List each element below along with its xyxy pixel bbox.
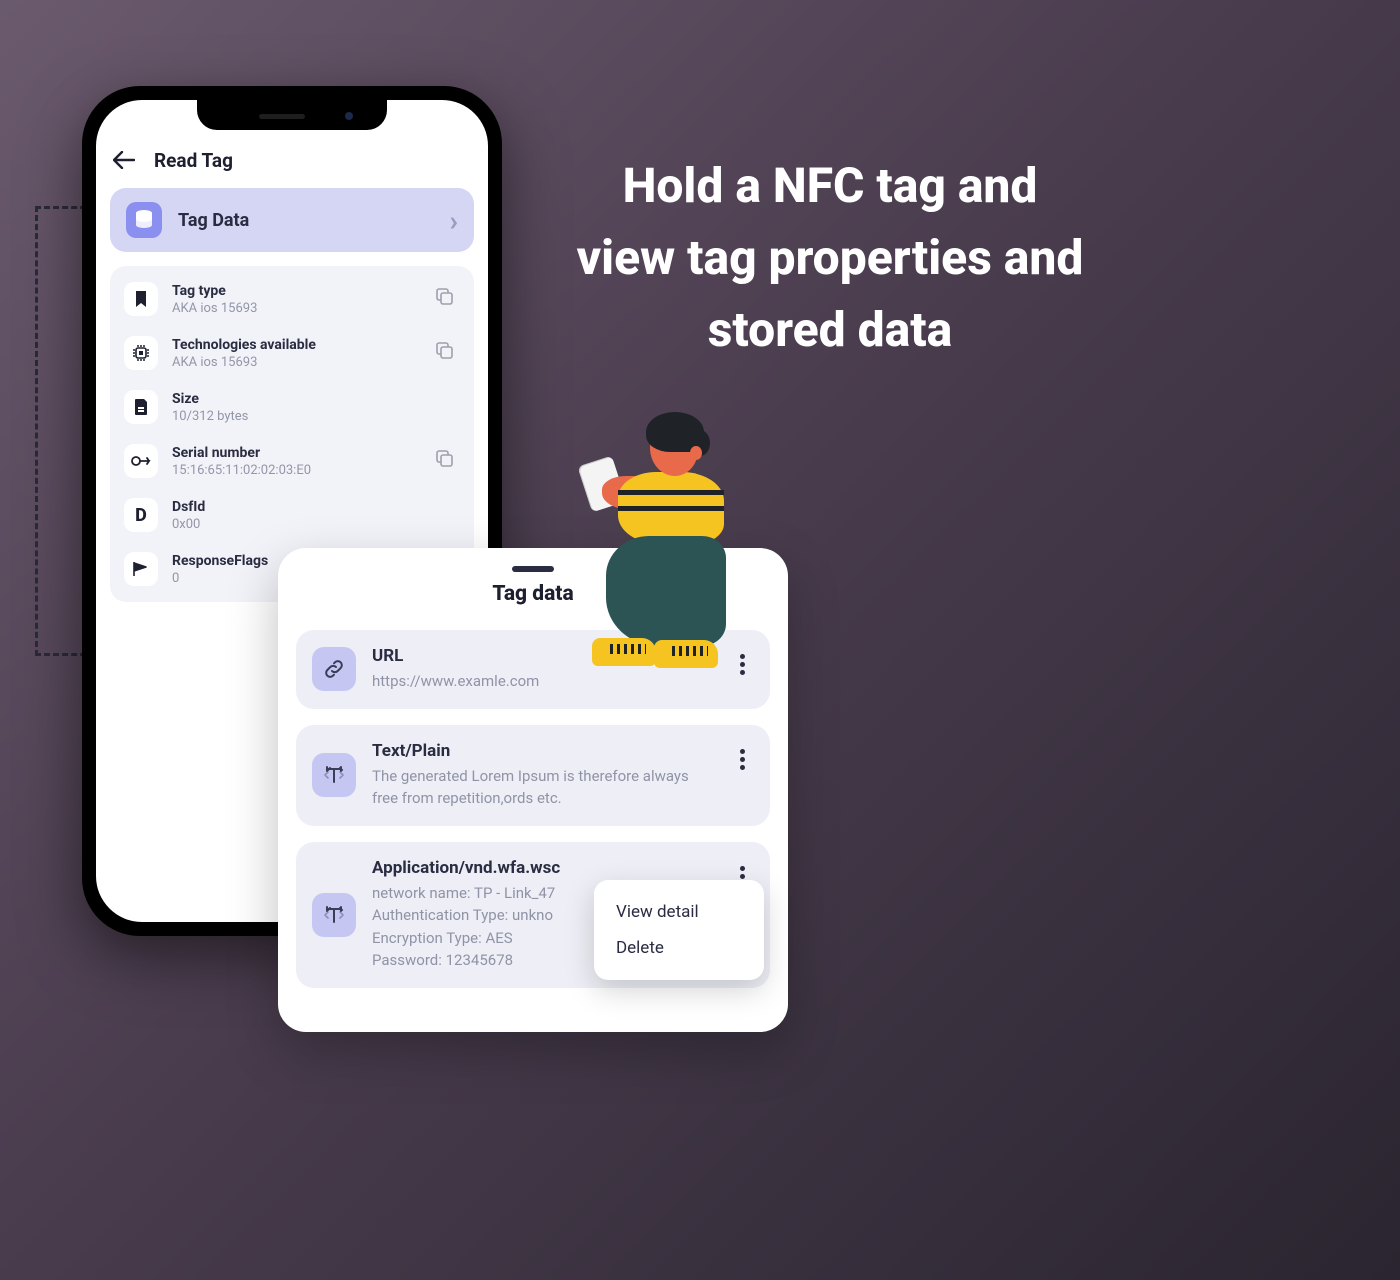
marketing-headline: Hold a NFC tag and view tag properties a… <box>570 150 1090 366</box>
text-icon <box>312 893 356 937</box>
property-value: 0x00 <box>172 517 460 532</box>
tag-data-label: Tag Data <box>178 210 434 231</box>
menu-delete[interactable]: Delete <box>614 930 744 966</box>
chip-icon <box>124 336 158 370</box>
app-header: Read Tag <box>110 144 474 188</box>
property-value: AKA ios 15693 <box>172 355 420 370</box>
copy-icon <box>434 448 454 468</box>
copy-button[interactable] <box>434 340 460 366</box>
record-item[interactable]: Text/Plain The generated Lorem Ipsum is … <box>296 725 770 826</box>
record-text: The generated Lorem Ipsum is therefore a… <box>372 765 714 810</box>
property-row: Technologies available AKA ios 15693 <box>116 326 468 380</box>
property-label: DsfId <box>172 499 460 515</box>
copy-icon <box>434 340 454 360</box>
person-illustration <box>562 416 732 676</box>
tag-data-button[interactable]: Tag Data › <box>110 188 474 252</box>
property-value: 15:16:65:11:02:02:03:E0 <box>172 463 420 478</box>
arrow-left-icon <box>113 151 135 169</box>
chevron-right-icon: › <box>450 204 458 237</box>
context-menu: View detail Delete <box>594 880 764 980</box>
property-row: Serial number 15:16:65:11:02:02:03:E0 <box>116 434 468 488</box>
property-row: Size 10/312 bytes <box>116 380 468 434</box>
link-icon <box>312 647 356 691</box>
property-value: 10/312 bytes <box>172 409 460 424</box>
page-title: Read Tag <box>154 149 233 172</box>
menu-view-detail[interactable]: View detail <box>614 894 744 930</box>
back-button[interactable] <box>112 148 136 172</box>
sheet-handle[interactable] <box>512 566 554 572</box>
text-icon <box>312 753 356 797</box>
copy-button[interactable] <box>434 448 460 474</box>
property-value: AKA ios 15693 <box>172 301 420 316</box>
property-row: Tag type AKA ios 15693 <box>116 272 468 326</box>
copy-button[interactable] <box>434 286 460 312</box>
database-icon <box>126 202 162 238</box>
bookmark-icon <box>124 282 158 316</box>
record-title: Text/Plain <box>372 741 714 761</box>
property-label: Technologies available <box>172 337 420 353</box>
flag-icon <box>124 552 158 586</box>
property-label: Serial number <box>172 445 420 461</box>
property-row: D DsfId 0x00 <box>116 488 468 542</box>
key-icon <box>124 444 158 478</box>
more-button[interactable] <box>730 654 754 675</box>
copy-icon <box>434 286 454 306</box>
letter-d-icon: D <box>124 498 158 532</box>
more-button[interactable] <box>730 749 754 770</box>
storage-icon <box>124 390 158 424</box>
record-title: Application/vnd.wfa.wsc <box>372 858 714 878</box>
property-label: Tag type <box>172 283 420 299</box>
property-label: Size <box>172 391 460 407</box>
phone-notch <box>197 100 387 130</box>
